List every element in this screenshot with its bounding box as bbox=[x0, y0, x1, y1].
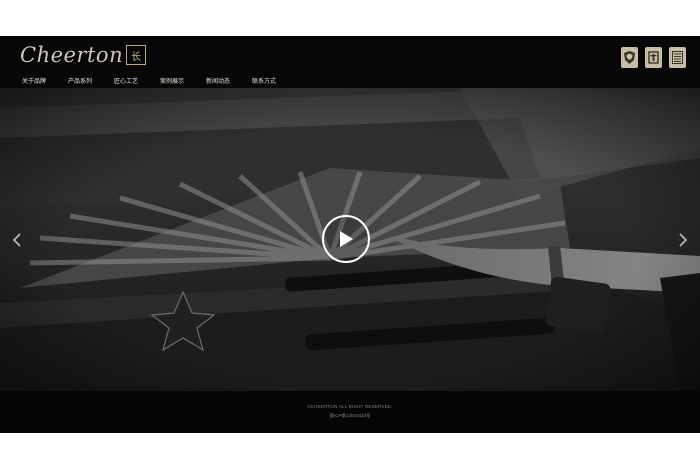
nav-item-cases[interactable]: 案例展示 bbox=[160, 76, 206, 85]
play-button[interactable] bbox=[322, 215, 370, 263]
header: Cheerton 长 关于品牌 产品系列 匠心工艺 案例展示 新闻动态 联系方式 bbox=[0, 36, 700, 88]
icp-license-text[interactable]: 备ICP备13018433号 bbox=[0, 413, 700, 419]
nav-item-brand[interactable]: 关于品牌 bbox=[22, 76, 68, 85]
play-icon bbox=[340, 231, 353, 247]
nav-item-contact[interactable]: 联系方式 bbox=[252, 76, 298, 85]
hero-video-banner[interactable] bbox=[0, 88, 700, 391]
crown-crest-icon[interactable] bbox=[645, 47, 662, 68]
nav-item-news[interactable]: 新闻动态 bbox=[206, 76, 252, 85]
site-frame: Cheerton 长 关于品牌 产品系列 匠心工艺 案例展示 新闻动态 联系方式 bbox=[0, 36, 700, 433]
nav-item-craft[interactable]: 匠心工艺 bbox=[114, 76, 160, 85]
shield-crest-icon[interactable] bbox=[621, 47, 638, 68]
header-badges bbox=[621, 47, 686, 68]
brand-logo[interactable]: Cheerton 长 bbox=[20, 40, 147, 70]
chevron-left-icon[interactable] bbox=[12, 233, 22, 247]
brand-script-name: Cheerton bbox=[20, 43, 124, 67]
main-nav: 关于品牌 产品系列 匠心工艺 案例展示 新闻动态 联系方式 bbox=[22, 76, 298, 85]
monogram-crest-icon[interactable] bbox=[669, 47, 686, 68]
brand-mark-text: 长 bbox=[131, 51, 142, 63]
footer: ©CHEERTON ALL RIGHT RESERVED. 备ICP备13018… bbox=[0, 391, 700, 433]
nav-item-products[interactable]: 产品系列 bbox=[68, 76, 114, 85]
copyright-text: ©CHEERTON ALL RIGHT RESERVED. bbox=[307, 404, 393, 409]
chevron-right-icon[interactable] bbox=[678, 233, 688, 247]
brand-mark: 长 bbox=[126, 45, 147, 65]
